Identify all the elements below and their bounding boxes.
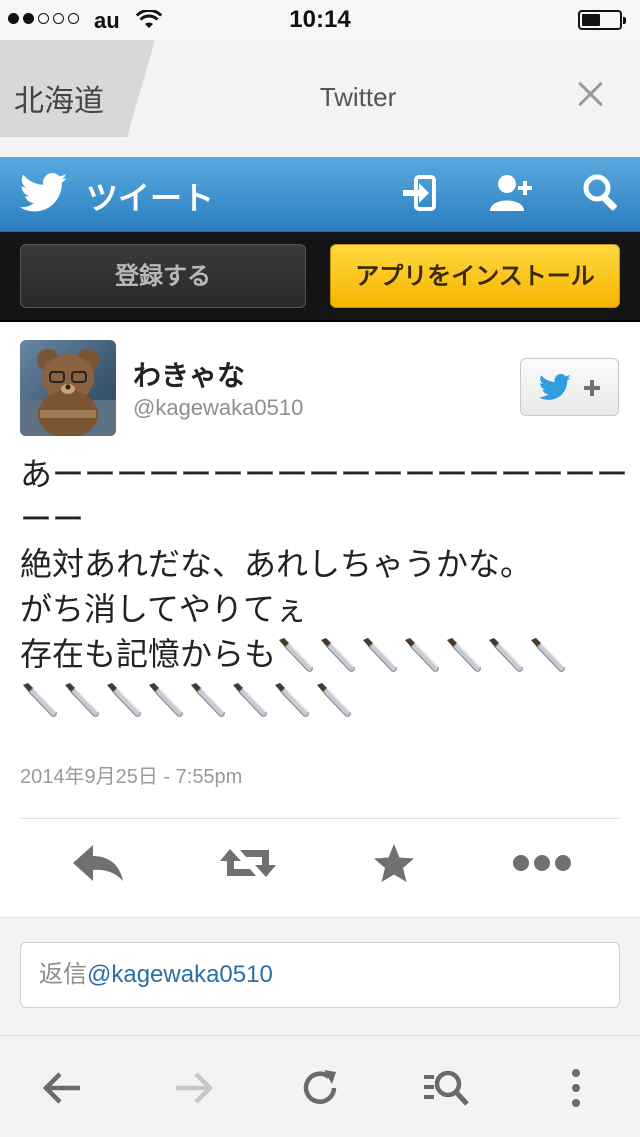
browser-tab-bar: 北海道 Twitter bbox=[0, 40, 640, 158]
knife-emoji-icon bbox=[402, 637, 440, 673]
tweet-line-text: 存在も記憶からも bbox=[20, 635, 277, 673]
reload-icon[interactable] bbox=[296, 1064, 344, 1112]
reply-input[interactable]: 返信@kagewaka0510 bbox=[20, 942, 620, 1008]
tab-inactive[interactable]: 北海道 bbox=[0, 40, 155, 137]
knife-emoji-icon bbox=[20, 682, 58, 718]
tweet-line: がち消してやりてぇ bbox=[20, 590, 308, 628]
tweet-line: 絶対あれだな、あれしちゃうかな。 bbox=[20, 545, 533, 583]
twitter-header: ツイート bbox=[0, 157, 640, 232]
avatar[interactable] bbox=[20, 340, 116, 436]
browser-toolbar bbox=[0, 1035, 640, 1137]
knife-emoji-icon bbox=[230, 682, 268, 718]
tweet-actions bbox=[0, 835, 640, 895]
twitter-follow-icon bbox=[538, 374, 600, 400]
favorite-icon[interactable] bbox=[364, 835, 424, 891]
tweet-text: あーーーーーーーーーーーーーーーーーー ーー 絶対あれだな、あれしちゃうかな。 … bbox=[20, 452, 629, 722]
knife-emoji-icon bbox=[276, 637, 314, 673]
back-icon[interactable] bbox=[40, 1064, 88, 1112]
knife-emoji-icon bbox=[444, 637, 482, 673]
knife-emoji-icon bbox=[272, 682, 310, 718]
tweet-line bbox=[20, 677, 620, 722]
clock: 10:14 bbox=[289, 6, 351, 33]
more-icon[interactable] bbox=[512, 835, 572, 891]
add-user-icon[interactable] bbox=[488, 171, 532, 215]
knife-emoji-icon bbox=[318, 637, 356, 673]
retweet-icon[interactable] bbox=[218, 835, 278, 891]
divider bbox=[20, 818, 620, 819]
find-in-page-icon[interactable] bbox=[422, 1064, 470, 1112]
tweet-line: あーーーーーーーーーーーーーーーーーー bbox=[20, 455, 629, 493]
reply-section: 返信@kagewaka0510 bbox=[0, 917, 640, 1036]
knife-emoji-icon bbox=[360, 637, 398, 673]
close-icon[interactable] bbox=[574, 78, 606, 110]
page-title: ツイート bbox=[86, 179, 215, 217]
tab-active-title[interactable]: Twitter bbox=[240, 82, 476, 113]
teddy-bear-avatar-image bbox=[20, 349, 116, 436]
status-bar: au 10:14 bbox=[0, 0, 640, 40]
menu-icon[interactable] bbox=[552, 1064, 600, 1112]
install-app-button[interactable]: アプリをインストール bbox=[330, 244, 620, 308]
tweet-timestamp[interactable]: 2014年9月25日 - 7:55pm bbox=[20, 760, 242, 789]
tweet-line: ーー bbox=[20, 500, 85, 538]
search-icon[interactable] bbox=[580, 171, 624, 215]
knife-emoji-icon bbox=[188, 682, 226, 718]
knife-emoji-icon bbox=[486, 637, 524, 673]
knife-emoji-icon bbox=[528, 637, 566, 673]
author-handle[interactable]: @kagewaka0510 bbox=[133, 395, 303, 421]
knife-emoji-icon bbox=[146, 682, 184, 718]
reply-icon[interactable] bbox=[68, 835, 128, 891]
tab-inactive-title: 北海道 bbox=[14, 84, 104, 119]
signup-bar: 登録する アプリをインストール bbox=[0, 232, 640, 322]
twitter-bird-icon[interactable] bbox=[20, 173, 68, 213]
forward-icon[interactable] bbox=[168, 1064, 216, 1112]
tweet-line: 存在も記憶からも bbox=[20, 632, 620, 677]
follow-button[interactable] bbox=[520, 358, 619, 416]
author-name[interactable]: わきゃな bbox=[133, 354, 245, 394]
knife-emoji-icon bbox=[62, 682, 100, 718]
login-icon[interactable] bbox=[400, 171, 444, 215]
register-button[interactable]: 登録する bbox=[20, 244, 306, 308]
battery-icon bbox=[578, 10, 626, 30]
reply-prefix: 返信 bbox=[39, 961, 87, 988]
knife-emoji-icon bbox=[104, 682, 142, 718]
knife-emoji-icon bbox=[314, 682, 352, 718]
reply-handle: @kagewaka0510 bbox=[87, 961, 273, 988]
